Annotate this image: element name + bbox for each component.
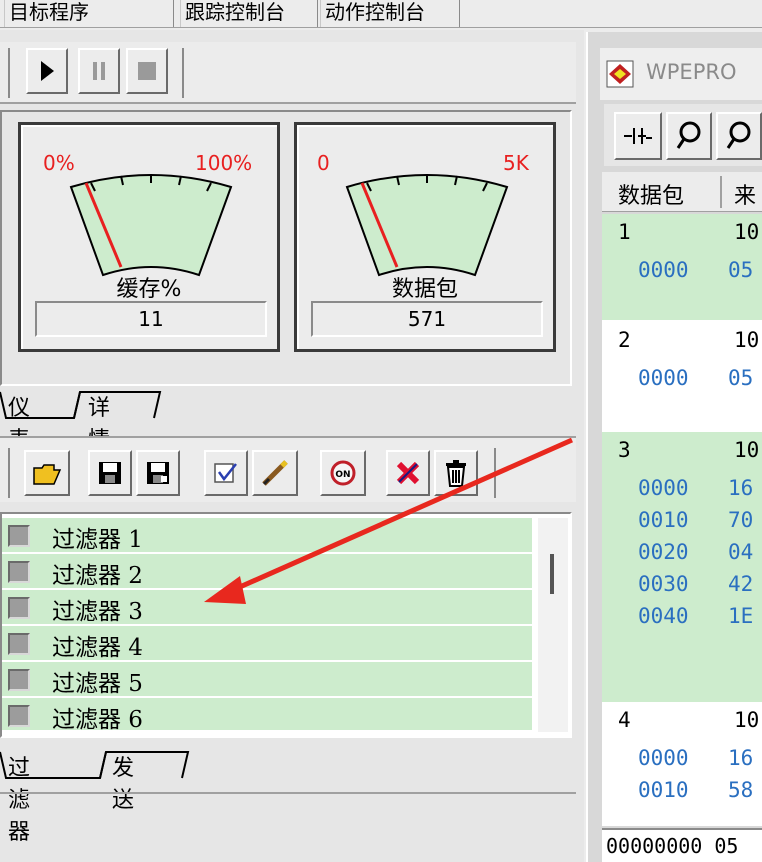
annotation-arrow (204, 437, 574, 604)
